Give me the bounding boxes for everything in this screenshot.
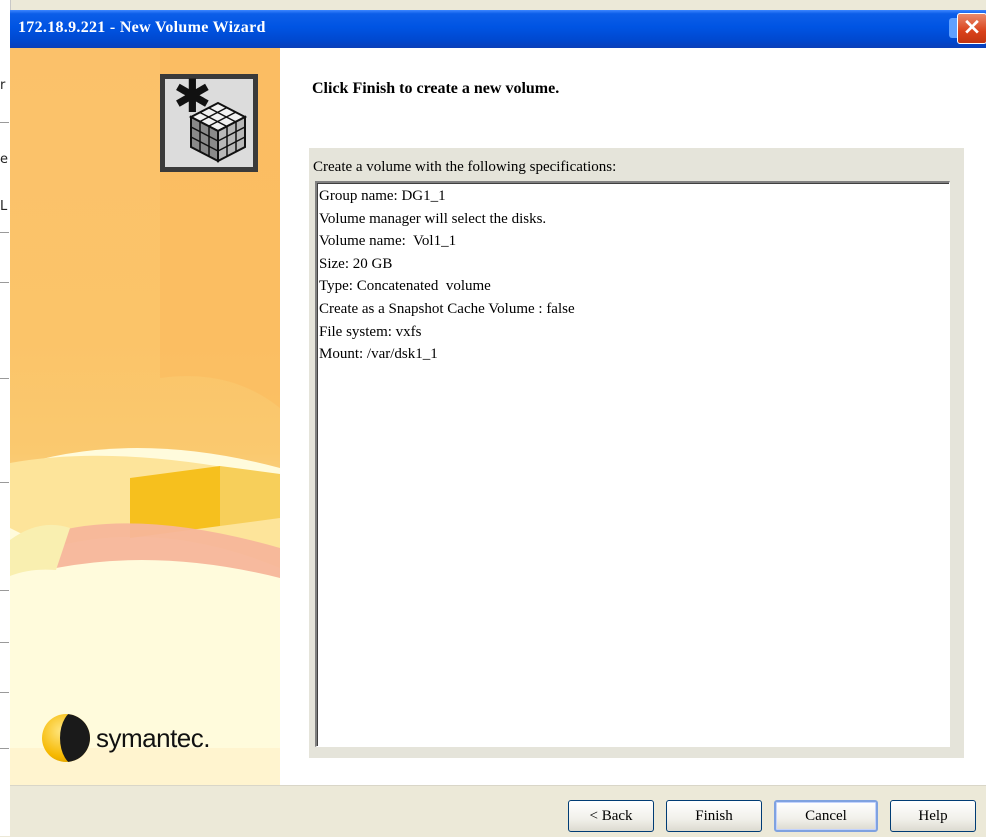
spec-line-size: Size: 20 GB <box>319 255 393 272</box>
symantec-logo-icon <box>42 714 90 762</box>
page-instruction: Click Finish to create a new volume. <box>312 80 560 97</box>
logo-swoosh <box>60 714 90 762</box>
help-button[interactable]: Help <box>890 800 976 832</box>
background-glyph: r <box>0 78 6 93</box>
back-button[interactable]: < Back <box>568 800 654 832</box>
edge-tick <box>0 378 9 379</box>
background-glyph: L <box>0 199 8 214</box>
specification-caption: Create a volume with the following speci… <box>313 159 617 175</box>
cube-icon <box>188 101 248 163</box>
background-glyph: e <box>0 152 8 167</box>
edge-tick <box>0 232 9 233</box>
edge-tick <box>0 748 9 749</box>
spec-line-volume-name: Volume name: Vol1_1 <box>319 233 457 250</box>
edge-tick <box>0 482 9 483</box>
close-button-tab <box>949 18 957 38</box>
button-bar: < Back Finish Cancel Help <box>10 785 986 837</box>
spec-line-type: Type: Concatenated volume <box>319 278 491 295</box>
new-volume-wizard-icon: ✱ <box>160 73 258 172</box>
symantec-logo-text: symantec. <box>96 722 211 753</box>
close-button[interactable]: × <box>957 13 986 44</box>
cancel-button[interactable]: Cancel <box>774 800 878 832</box>
spec-line-snapshot-cache: Create as a Snapshot Cache Volume : fals… <box>319 300 575 317</box>
spec-line-group-name: Group name: DG1_1 <box>319 188 446 204</box>
edge-tick <box>0 122 9 123</box>
title-bar[interactable]: 172.18.9.221 - New Volume Wizard × <box>10 10 986 48</box>
edge-tick <box>0 692 9 693</box>
edge-tick <box>0 282 9 283</box>
symantec-logo: symantec. <box>42 714 211 762</box>
close-icon: × <box>962 14 982 40</box>
spec-line-disk-selection: Volume manager will select the disks. <box>319 210 547 227</box>
spec-line-file-system: File system: vxfs <box>319 323 422 340</box>
spec-line-mount: Mount: /var/dsk1_1 <box>319 346 438 363</box>
specification-list[interactable]: Group name: DG1_1 Volume manager will se… <box>315 181 950 747</box>
edge-tick <box>0 642 9 643</box>
window-title: 172.18.9.221 - New Volume Wizard <box>18 19 266 36</box>
wizard-sidebar: ✱ symantec. <box>10 48 280 785</box>
edge-tick <box>0 590 9 591</box>
wizard-content: Click Finish to create a new volume. Cre… <box>280 48 986 785</box>
specification-panel: Create a volume with the following speci… <box>309 148 964 758</box>
finish-button[interactable]: Finish <box>666 800 762 832</box>
